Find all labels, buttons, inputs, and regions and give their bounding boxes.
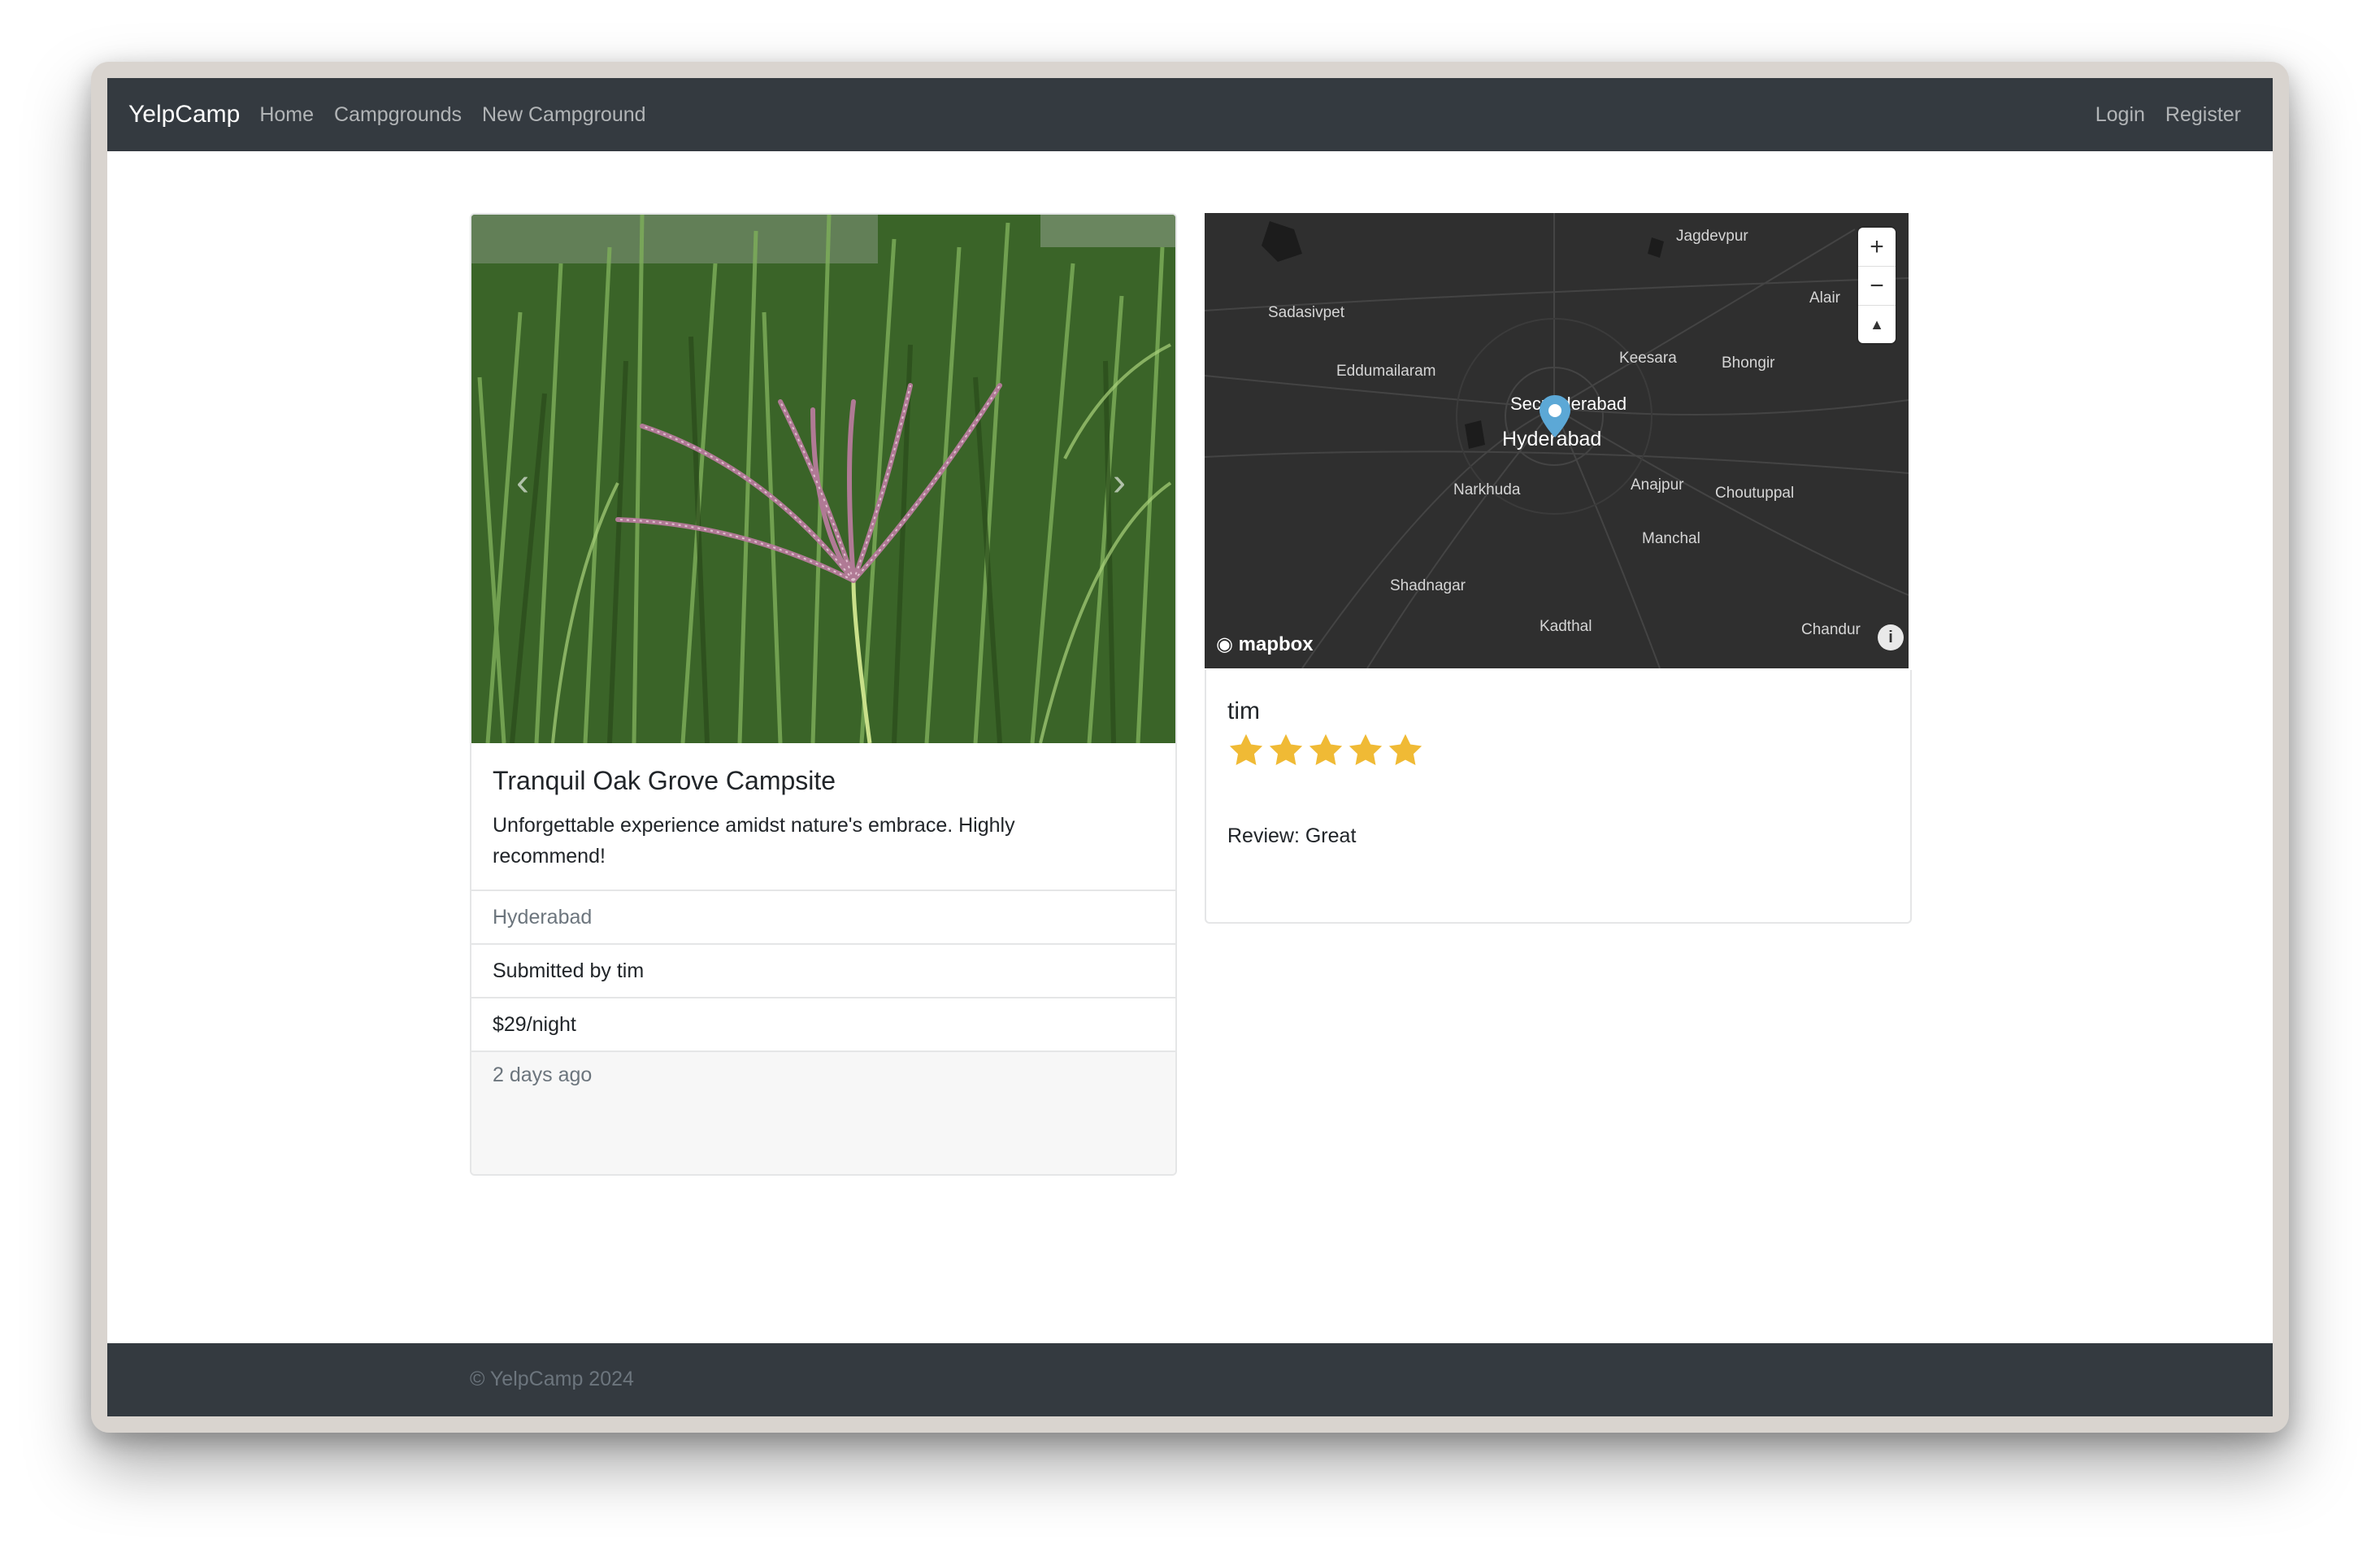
mapbox-logo-text: mapbox: [1238, 633, 1314, 655]
map-label: Anajpur: [1631, 476, 1684, 494]
zoom-out-button[interactable]: −: [1858, 267, 1896, 306]
browser-window: YelpCamp Home Campgrounds New Campground…: [107, 78, 2273, 1416]
map-label: Narkhuda: [1453, 481, 1521, 498]
nav-link-register[interactable]: Register: [2165, 103, 2241, 127]
footer: © YelpCamp 2024: [107, 1343, 2273, 1416]
campground-price: $29/night: [471, 997, 1175, 1049]
star-icon: [1309, 733, 1343, 766]
star-icon: [1388, 733, 1422, 766]
nav-link-home[interactable]: Home: [259, 103, 314, 127]
map-label: Bhongir: [1722, 355, 1775, 372]
map-label: Eddumailaram: [1336, 363, 1436, 380]
nav-link-login[interactable]: Login: [2096, 103, 2145, 127]
review-author: tim: [1227, 698, 1260, 724]
compass-button[interactable]: ▲: [1858, 306, 1896, 344]
campground-description: Unforgettable experience amidst nature's…: [493, 814, 1015, 868]
map-controls: + − ▲: [1858, 228, 1896, 343]
map-label: Sadasivpet: [1268, 304, 1345, 321]
carousel-next-icon[interactable]: ›: [1099, 459, 1140, 507]
campground-card: ‹ › Tranquil Oak Grove Campsite Unforget…: [470, 213, 1177, 1176]
brand-link[interactable]: YelpCamp: [128, 101, 240, 128]
campground-title: Tranquil Oak Grove Campsite: [493, 766, 836, 795]
card-footer: 2 days ago: [471, 1051, 1175, 1174]
navbar: YelpCamp Home Campgrounds New Campground…: [107, 78, 2273, 151]
map-label: Jagdevpur: [1676, 228, 1748, 245]
map-label: Kadthal: [1540, 618, 1592, 635]
star-icon: [1229, 733, 1263, 766]
star-icon: [1349, 733, 1383, 766]
card-body: Tranquil Oak Grove Campsite Unforgettabl…: [471, 743, 1175, 890]
map-label: Shadnagar: [1390, 577, 1466, 594]
review-card: tim Review: Great: [1205, 670, 1912, 924]
nav-link-campgrounds[interactable]: Campgrounds: [334, 103, 462, 127]
map[interactable]: Jagdevpur Alair Sadasivpet Eddumailaram …: [1205, 213, 1909, 668]
mapbox-logo-icon: ◉: [1216, 633, 1233, 655]
star-icon: [1269, 733, 1303, 766]
carousel-prev-icon[interactable]: ‹: [502, 459, 543, 507]
review-text: Review: Great: [1227, 824, 1357, 847]
campground-photo: ‹ ›: [471, 215, 1175, 743]
review-rating: [1227, 732, 1427, 769]
campground-location: Hyderabad: [471, 890, 1175, 942]
mapbox-logo[interactable]: ◉ mapbox: [1216, 633, 1314, 656]
map-label: Manchal: [1642, 530, 1700, 547]
grass-photo-image: [471, 215, 1175, 743]
posted-time: 2 days ago: [493, 1064, 593, 1086]
map-label: Choutuppal: [1715, 485, 1795, 502]
nav-right: Login Register: [2096, 103, 2261, 127]
campground-author: Submitted by tim: [471, 943, 1175, 995]
map-label: Alair: [1809, 289, 1841, 307]
footer-copyright: © YelpCamp 2024: [470, 1368, 634, 1390]
zoom-in-button[interactable]: +: [1858, 228, 1896, 267]
map-label: Keesara: [1619, 350, 1677, 367]
map-marker-icon[interactable]: [1538, 394, 1572, 439]
map-info-icon[interactable]: i: [1878, 624, 1904, 650]
map-label: Chandur: [1801, 621, 1861, 638]
nav-link-new-campground[interactable]: New Campground: [482, 103, 646, 127]
